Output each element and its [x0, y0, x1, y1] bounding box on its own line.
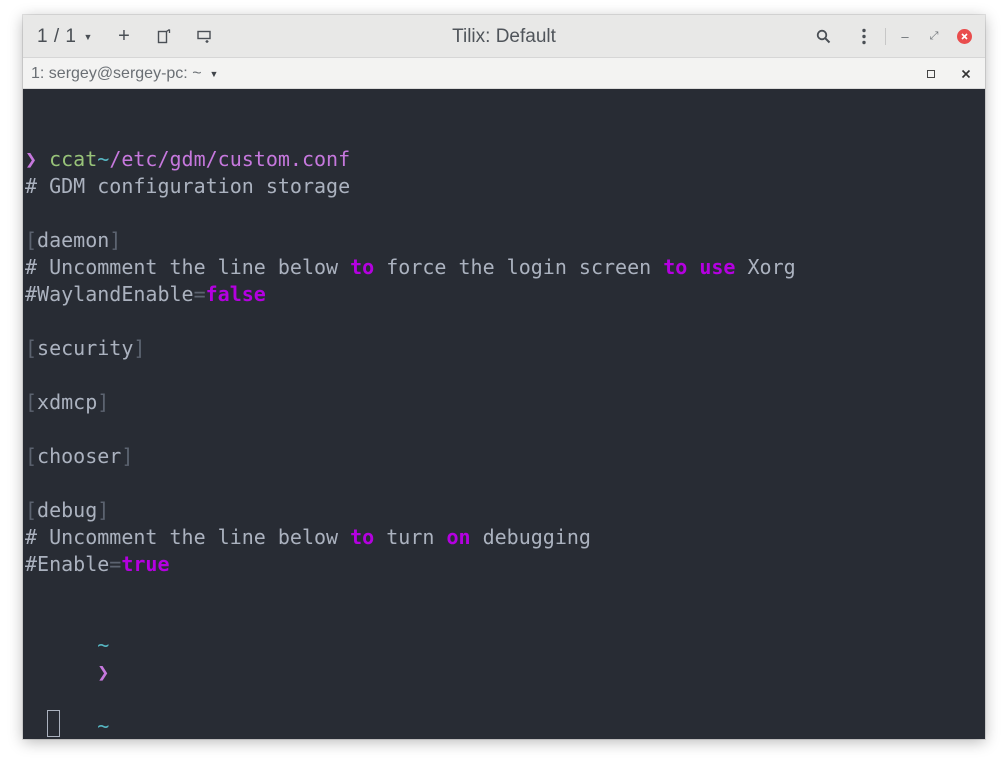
maximize-button[interactable]: ⤢ [923, 15, 945, 58]
chevron-down-icon: ▼ [83, 31, 93, 42]
split-vertical-icon [157, 29, 171, 44]
output-line: # GDM configuration storage [25, 174, 351, 198]
tilix-window: 1 / 1 ▼ + Tilix: Default – ⤢ 1: sergey@s… [23, 15, 985, 739]
prompt-dir-line: ~ [25, 686, 109, 738]
command-name: ccat [49, 147, 98, 171]
terminal-title-bar: 1: sergey@sergey-pc: ~ ▼ [23, 58, 985, 89]
prompt-line: ❯ [25, 632, 109, 684]
prompt-symbol: ❯ [25, 147, 38, 171]
split-vertical-button[interactable] [151, 15, 177, 58]
command-argument: /etc/gdm/custom.conf [109, 147, 351, 171]
terminal-title: 1: sergey@sergey-pc: ~ [31, 64, 202, 82]
section-header-xdmcp: [xdmcp] [25, 390, 110, 414]
command-line: ❯ ccat /etc/gdm/custom.conf [25, 146, 350, 173]
header-bar: 1 / 1 ▼ + Tilix: Default – ⤢ [23, 15, 985, 58]
close-icon [956, 29, 972, 44]
prompt-symbol: ❯ [97, 660, 110, 684]
plus-icon: + [118, 25, 130, 47]
maximize-square-icon [927, 69, 935, 78]
minimize-button[interactable]: – [894, 15, 916, 58]
add-session-button[interactable]: + [113, 15, 135, 58]
output-line: # Uncomment the line below to force the … [25, 255, 796, 279]
chevron-down-icon: ▼ [209, 68, 219, 79]
prompt-line: ❯ [25, 713, 109, 739]
section-header-debug: [debug] [25, 498, 110, 522]
terminal-close-button[interactable] [956, 58, 976, 89]
search-button[interactable] [810, 15, 836, 58]
section-header-security: [security] [25, 336, 146, 360]
split-horizontal-button[interactable] [192, 15, 218, 58]
header-separator [885, 28, 886, 45]
minimize-icon: – [901, 29, 909, 44]
maximize-icon: ⤢ [929, 30, 939, 42]
section-header-chooser: [chooser] [25, 444, 134, 468]
terminal-maximize-button[interactable] [921, 58, 941, 89]
session-counter: 1 / 1 [37, 25, 77, 47]
output-line: # Uncomment the line below to turn on de… [25, 525, 591, 549]
kebab-menu-icon [862, 28, 866, 45]
close-x-icon [961, 69, 971, 78]
search-icon [816, 29, 830, 44]
prompt-dir-line: ~ [25, 119, 109, 171]
section-header-daemon: [daemon] [25, 228, 122, 252]
session-switcher[interactable]: 1 / 1 ▼ [37, 15, 93, 58]
terminal-output[interactable]: ~ ❯ ccat /etc/gdm/custom.conf # GDM conf… [23, 89, 985, 739]
text-cursor [47, 710, 60, 737]
prompt-dir-line: ~ [25, 605, 109, 657]
terminal-title-menu[interactable]: 1: sergey@sergey-pc: ~ ▼ [31, 58, 218, 89]
menu-button[interactable] [851, 15, 877, 58]
close-button[interactable] [953, 15, 975, 58]
split-horizontal-icon [197, 30, 211, 43]
output-line: #Enable=true [25, 552, 170, 576]
output-line: #WaylandEnable=false [25, 282, 266, 306]
